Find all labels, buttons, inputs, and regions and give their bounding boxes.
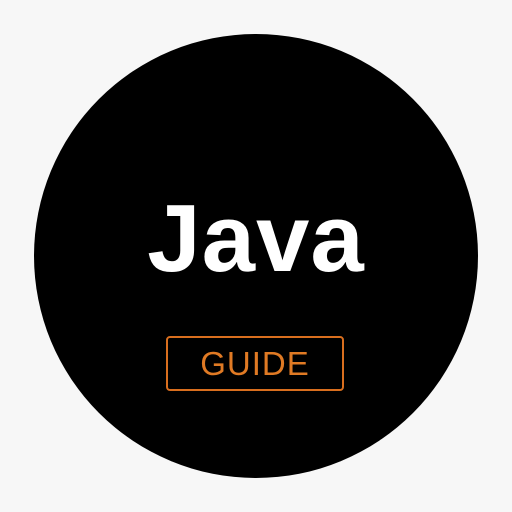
guide-badge: GUIDE <box>166 336 344 391</box>
logo-title: Java <box>147 185 365 292</box>
guide-badge-label: GUIDE <box>200 344 310 382</box>
logo-canvas: Java GUIDE <box>0 0 512 512</box>
